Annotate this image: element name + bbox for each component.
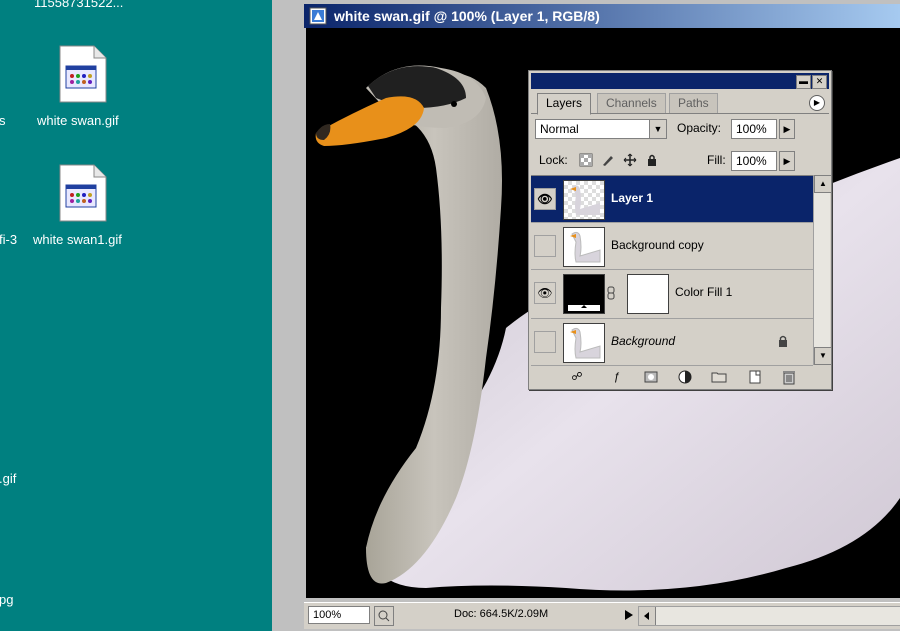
visibility-toggle[interactable] <box>534 235 556 257</box>
visibility-toggle[interactable] <box>534 331 556 353</box>
new-layer-icon[interactable] <box>747 369 763 385</box>
tab-paths[interactable]: Paths <box>669 93 718 113</box>
trash-icon[interactable] <box>781 369 797 385</box>
blend-mode-select[interactable]: Normal ▼ <box>535 119 667 139</box>
tab-channels[interactable]: Channels <box>597 93 666 113</box>
layers-vertical-scrollbar[interactable]: ▲ ▼ <box>813 175 832 365</box>
fill-label: Fill: <box>707 153 726 167</box>
lock-transparency-icon[interactable] <box>579 153 593 167</box>
adjustment-layer-icon[interactable] <box>677 369 693 385</box>
minimize-icon[interactable]: ▬ <box>796 75 811 89</box>
gif-file-icon[interactable] <box>58 44 108 104</box>
layer-row-layer-1[interactable]: 👁 Layer 1 <box>531 176 813 223</box>
status-menu-arrow-icon[interactable] <box>622 607 636 623</box>
layer-row-background[interactable]: Background <box>531 319 813 366</box>
document-title: white swan.gif @ 100% (Layer 1, RGB/8) <box>334 8 600 24</box>
palette-tabs: Layers Channels Paths ▶ <box>531 91 829 115</box>
layer-list: 👁 Layer 1 Background copy 👁 Color Fill 1… <box>531 175 813 366</box>
eye-icon[interactable]: 👁 <box>534 188 556 210</box>
partial-icon-label[interactable]: fi-3 <box>0 232 17 247</box>
lock-label: Lock: <box>539 153 568 167</box>
opacity-label: Opacity: <box>677 121 722 135</box>
opacity-slider-arrow-icon[interactable]: ▶ <box>779 119 795 139</box>
new-group-icon[interactable] <box>711 369 727 385</box>
lock-move-icon[interactable] <box>623 153 637 167</box>
layer-name: Color Fill 1 <box>675 285 733 299</box>
layer-row-background-copy[interactable]: Background copy <box>531 223 813 270</box>
scroll-up-icon[interactable]: ▲ <box>814 175 832 193</box>
eye-icon[interactable]: 👁 <box>534 282 556 304</box>
zoom-level-field[interactable]: 100% <box>308 606 370 624</box>
opacity-field[interactable]: 100% <box>731 119 777 139</box>
window-gap <box>272 0 300 631</box>
gif-file-icon[interactable] <box>58 163 108 223</box>
blend-mode-value: Normal <box>540 122 579 136</box>
palette-titlebar[interactable]: ▬ ✕ <box>531 73 829 89</box>
desktop: 11558731522... white swan.gif white swan… <box>0 0 272 631</box>
partial-icon-label[interactable]: .gif <box>0 471 16 486</box>
layer-name: Background <box>611 334 676 348</box>
fill-field[interactable]: 100% <box>731 151 777 171</box>
layers-palette: ▬ ✕ Layers Channels Paths ▶ Normal ▼ Opa… <box>528 70 832 390</box>
layer-thumbnail <box>563 180 605 220</box>
add-mask-icon[interactable] <box>643 369 659 385</box>
lock-icon <box>777 334 789 348</box>
tab-layers[interactable]: Layers <box>537 93 592 115</box>
partial-icon-label[interactable]: pg <box>0 592 13 607</box>
fill-slider-arrow-icon[interactable]: ▶ <box>779 151 795 171</box>
scroll-left-icon[interactable] <box>639 607 656 625</box>
layer-name: Layer 1 <box>611 191 654 205</box>
layer-name: Background copy <box>611 238 704 252</box>
layer-row-color-fill-1[interactable]: 👁 Color Fill 1 <box>531 270 813 319</box>
lock-brush-icon[interactable] <box>601 153 615 167</box>
layer-style-icon[interactable]: ƒ <box>609 369 625 385</box>
status-bar: 100% Doc: 664.5K/2.09M <box>304 602 900 629</box>
link-chain-icon[interactable] <box>607 286 615 300</box>
photoshop-doc-icon <box>309 7 327 25</box>
link-layers-icon[interactable]: ☍ <box>569 369 585 385</box>
fill-thumbnail <box>563 274 605 314</box>
mask-thumbnail <box>627 274 669 314</box>
zoom-options-button[interactable] <box>374 606 394 626</box>
palette-bottom-bar: ☍ ƒ <box>531 367 829 387</box>
close-icon[interactable]: ✕ <box>812 75 827 89</box>
scroll-down-icon[interactable]: ▼ <box>814 347 832 365</box>
document-size-info: Doc: 664.5K/2.09M <box>454 608 549 620</box>
desktop-icon-label[interactable]: white swan1.gif <box>33 232 122 247</box>
document-titlebar[interactable]: white swan.gif @ 100% (Layer 1, RGB/8) <box>304 4 900 28</box>
desktop-icon-label[interactable]: 11558731522... <box>34 0 123 10</box>
lock-all-icon[interactable] <box>645 153 659 167</box>
layer-thumbnail <box>563 323 605 363</box>
layer-thumbnail <box>563 227 605 267</box>
partial-icon-label[interactable]: s <box>0 113 6 128</box>
desktop-icon-label[interactable]: white swan.gif <box>37 113 119 128</box>
horizontal-scrollbar[interactable] <box>638 606 900 626</box>
palette-menu-icon[interactable]: ▶ <box>809 95 825 111</box>
chevron-down-icon: ▼ <box>649 120 666 138</box>
